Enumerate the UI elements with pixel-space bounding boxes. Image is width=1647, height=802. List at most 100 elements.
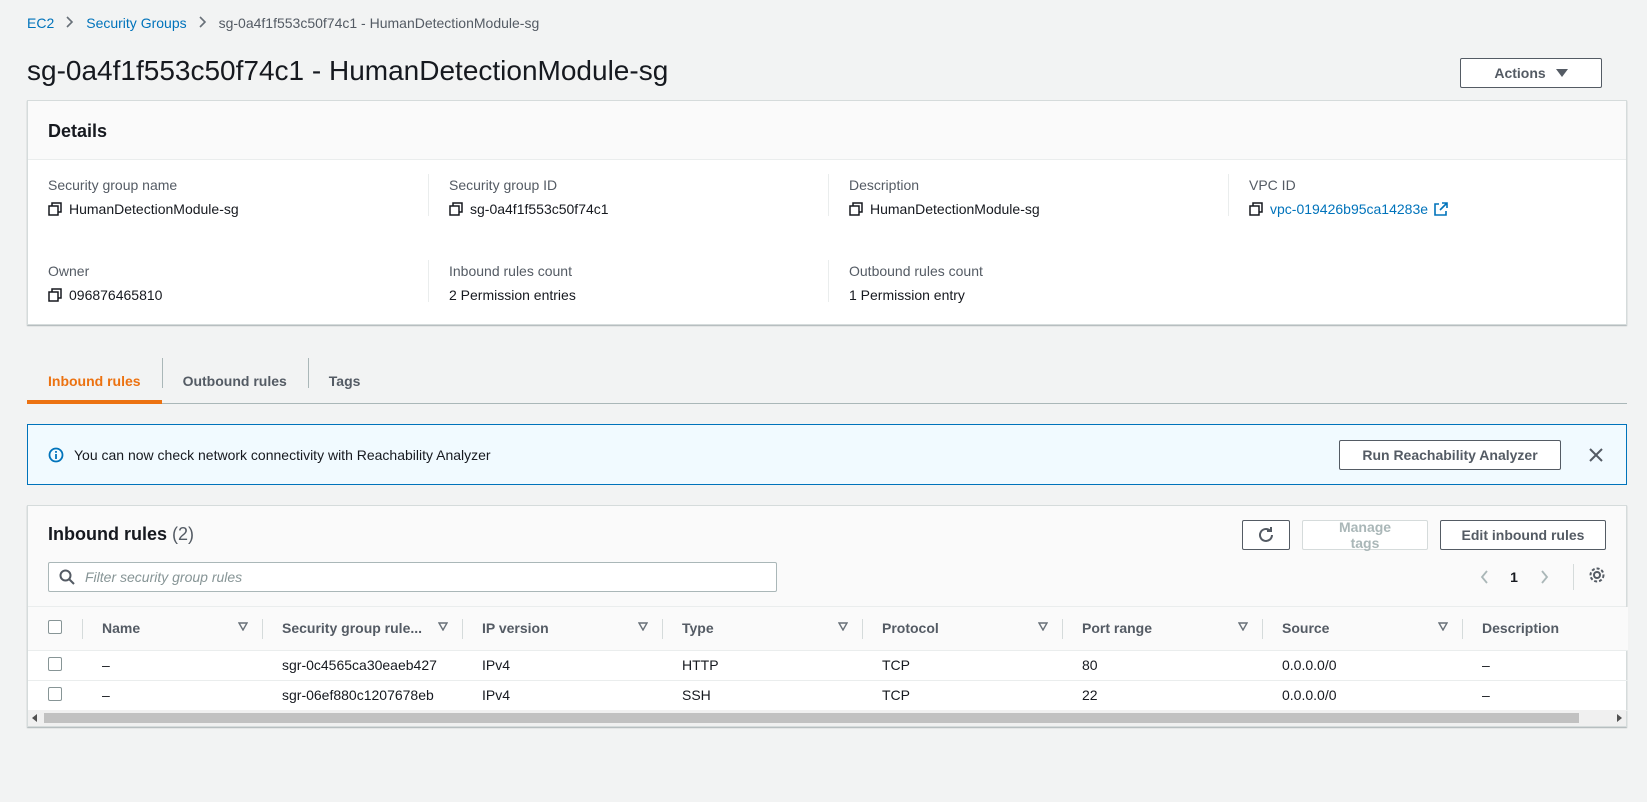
- table-title: Inbound rules (2): [48, 524, 194, 545]
- column-label: Source: [1282, 620, 1330, 637]
- scroll-right-icon[interactable]: [1612, 714, 1626, 722]
- cell-protocol: TCP: [862, 680, 1062, 711]
- tab-inbound-rules[interactable]: Inbound rules: [27, 358, 162, 404]
- field-value: 2 Permission entries: [449, 287, 576, 303]
- vpc-link-text: vpc-019426b95ca14283e: [1270, 201, 1429, 217]
- copy-icon[interactable]: [849, 202, 863, 216]
- info-flashbar: You can now check network connectivity w…: [27, 424, 1627, 485]
- manage-tags-button[interactable]: Manage tags: [1302, 519, 1428, 551]
- column-header-name[interactable]: Name: [82, 607, 262, 651]
- vpc-link[interactable]: vpc-019426b95ca14283e: [1270, 201, 1448, 217]
- refresh-icon: [1259, 527, 1273, 542]
- rules-table: Name Security group rule... IP version T…: [28, 607, 1628, 711]
- cell-name: –: [82, 650, 262, 681]
- column-label: Name: [102, 620, 141, 637]
- flash-message: You can now check network connectivity w…: [74, 446, 491, 463]
- cell-type: SSH: [662, 680, 862, 711]
- breadcrumb-ec2[interactable]: EC2: [27, 15, 54, 31]
- table-header: Inbound rules (2) Manage tags Edit inbou…: [28, 506, 1626, 607]
- cell-port-range: 22: [1062, 680, 1262, 711]
- field-value: sg-0a4f1f553c50f74c1: [470, 201, 609, 217]
- table-row[interactable]: – sgr-06ef880c1207678eb IPv4 SSH TCP 22 …: [28, 680, 1628, 711]
- breadcrumb: EC2 Security Groups sg-0a4f1f553c50f74c1…: [27, 15, 539, 31]
- field-vpc-id: VPC ID vpc-019426b95ca14283e: [1249, 177, 1629, 217]
- field-inbound-count: Inbound rules count 2 Permission entries: [449, 263, 829, 303]
- column-header-protocol[interactable]: Protocol: [862, 607, 1062, 651]
- cell-description: –: [1462, 650, 1628, 681]
- inbound-rules-table: Inbound rules (2) Manage tags Edit inbou…: [27, 505, 1628, 727]
- row-checkbox[interactable]: [48, 686, 62, 701]
- cell-rule-id: sgr-0c4565ca30eaeb427: [262, 650, 462, 681]
- field-owner: Owner 096876465810: [48, 263, 428, 303]
- column-header-ip-version[interactable]: IP version: [462, 607, 662, 651]
- select-all-checkbox[interactable]: [48, 619, 62, 634]
- column-label: IP version: [482, 620, 549, 637]
- cell-type: HTTP: [662, 650, 862, 681]
- table-actions: Manage tags Edit inbound rules: [1242, 519, 1606, 551]
- pagination: 1: [1469, 564, 1606, 590]
- column-divider: [428, 174, 429, 216]
- field-value: 1 Permission entry: [849, 287, 965, 303]
- column-header-source[interactable]: Source: [1262, 607, 1462, 651]
- column-label: Security group rule...: [282, 620, 423, 637]
- copy-icon[interactable]: [449, 202, 463, 216]
- sort-caret-icon: [438, 622, 448, 631]
- edit-inbound-rules-button[interactable]: Edit inbound rules: [1440, 520, 1606, 550]
- column-header-port-range[interactable]: Port range: [1062, 607, 1262, 651]
- pager-divider: [1573, 564, 1574, 590]
- table-header-row: Name Security group rule... IP version T…: [28, 607, 1628, 651]
- cell-protocol: TCP: [862, 650, 1062, 681]
- column-label: Type: [682, 620, 714, 637]
- field-label: Inbound rules count: [449, 263, 572, 279]
- copy-icon[interactable]: [48, 288, 62, 302]
- chevron-left-icon[interactable]: [1469, 570, 1499, 584]
- breadcrumb-security-groups[interactable]: Security Groups: [86, 15, 186, 31]
- cell-description: –: [1462, 680, 1628, 711]
- breadcrumb-current: sg-0a4f1f553c50f74c1 - HumanDetectionMod…: [218, 15, 540, 31]
- field-value: HumanDetectionModule-sg: [870, 201, 1040, 217]
- search-input[interactable]: Filter security group rules: [48, 562, 777, 592]
- close-icon[interactable]: [1586, 445, 1606, 465]
- column-label: Protocol: [882, 620, 939, 637]
- info-icon: [48, 447, 64, 462]
- field-value: 096876465810: [69, 287, 163, 303]
- tab-outbound-rules[interactable]: Outbound rules: [161, 358, 308, 403]
- chevron-right-icon[interactable]: [1529, 570, 1559, 584]
- field-label: Description: [849, 177, 920, 193]
- horizontal-scrollbar[interactable]: [28, 710, 1626, 726]
- details-panel: Details Security group name HumanDetecti…: [27, 100, 1627, 325]
- field-sg-id: Security group ID sg-0a4f1f553c50f74c1: [449, 177, 829, 217]
- cell-source: 0.0.0.0/0: [1262, 680, 1462, 711]
- settings-gear-icon[interactable]: [1588, 566, 1606, 589]
- select-all-cell: [28, 607, 82, 651]
- cell-name: –: [82, 680, 262, 711]
- page-number[interactable]: 1: [1499, 569, 1529, 585]
- field-value: HumanDetectionModule-sg: [69, 201, 239, 217]
- refresh-button[interactable]: [1242, 520, 1290, 550]
- column-header-type[interactable]: Type: [662, 607, 862, 651]
- tab-bar: Inbound rules Outbound rules Tags: [27, 358, 1627, 404]
- field-label: VPC ID: [1249, 177, 1296, 193]
- field-label: Security group ID: [449, 177, 558, 193]
- run-reachability-analyzer-button[interactable]: Run Reachability Analyzer: [1339, 439, 1561, 470]
- copy-icon[interactable]: [1249, 202, 1263, 216]
- column-header-description[interactable]: Description: [1462, 607, 1628, 651]
- chevron-right-icon: [66, 15, 74, 31]
- field-outbound-count: Outbound rules count 1 Permission entry: [849, 263, 1229, 303]
- scroll-left-icon[interactable]: [28, 714, 42, 722]
- column-header-rule-id[interactable]: Security group rule...: [262, 607, 462, 651]
- field-sg-name: Security group name HumanDetectionModule…: [48, 177, 428, 217]
- row-checkbox[interactable]: [48, 656, 62, 671]
- external-link-icon: [1434, 201, 1448, 216]
- tab-tags[interactable]: Tags: [307, 358, 382, 403]
- table-row[interactable]: – sgr-0c4565ca30eaeb427 IPv4 HTTP TCP 80…: [28, 650, 1628, 681]
- actions-button[interactable]: Actions: [1460, 58, 1602, 88]
- table-title-text: Inbound rules: [48, 524, 167, 544]
- details-header: Details: [28, 101, 1626, 160]
- copy-icon[interactable]: [48, 202, 62, 216]
- actions-label: Actions: [1494, 65, 1546, 81]
- scrollbar-thumb[interactable]: [44, 713, 1579, 723]
- field-label: Outbound rules count: [849, 263, 983, 279]
- cell-source: 0.0.0.0/0: [1262, 650, 1462, 681]
- column-divider: [428, 260, 429, 302]
